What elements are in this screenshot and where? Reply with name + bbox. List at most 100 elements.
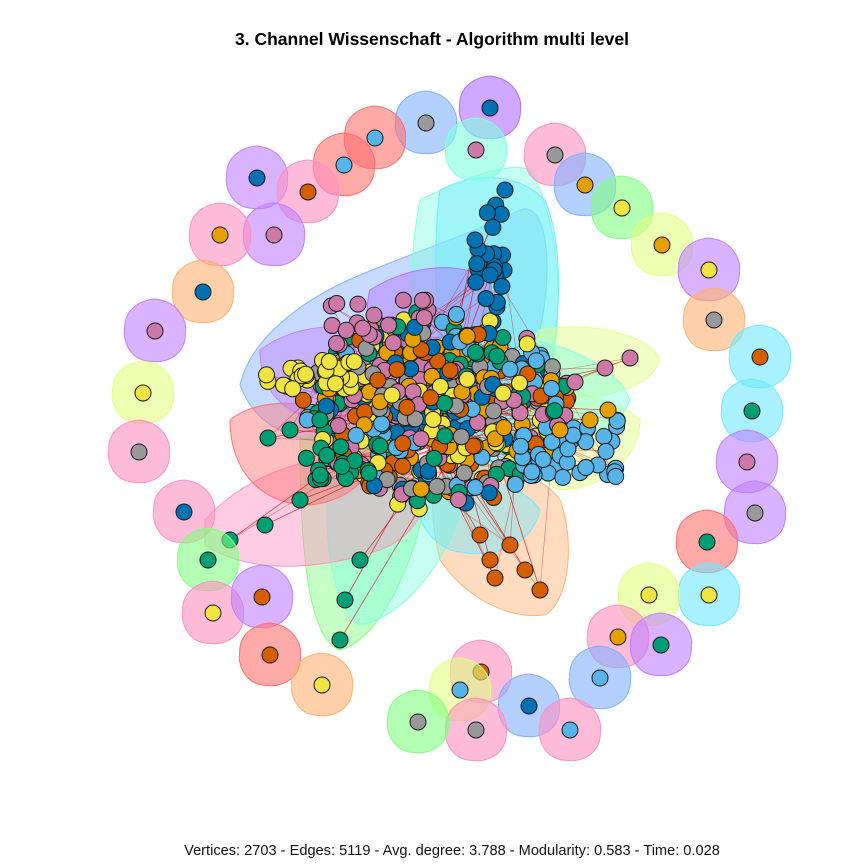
vertex [332, 438, 350, 456]
vertex [554, 468, 572, 486]
isolated-community [444, 117, 508, 182]
isolated-community [728, 324, 792, 389]
vertex [531, 581, 549, 599]
vertex [436, 427, 454, 445]
vertex [485, 402, 503, 420]
vertex [458, 327, 476, 345]
vertex [468, 255, 486, 273]
vertex [265, 226, 283, 244]
isolated-community [171, 259, 235, 324]
vertex [599, 401, 617, 419]
vertex [394, 434, 412, 452]
vertex [354, 319, 372, 337]
vertex [366, 129, 384, 147]
vertex [581, 411, 599, 429]
vertex [621, 349, 639, 367]
vertex [409, 713, 427, 731]
vertex [415, 309, 433, 327]
vertex [481, 551, 499, 569]
isolated-community [123, 298, 187, 363]
vertex [380, 316, 398, 334]
vertex [450, 491, 467, 509]
isolated-community [111, 360, 175, 425]
vertex [471, 526, 489, 544]
vertex [336, 591, 354, 609]
vertex [299, 183, 317, 201]
isolated-community [242, 202, 306, 267]
vertex [394, 291, 412, 309]
vertex [488, 347, 506, 365]
vertex [577, 459, 595, 476]
vertex [467, 141, 485, 159]
vertex [369, 371, 387, 389]
vertex [751, 348, 769, 366]
vertex [417, 114, 435, 132]
vertex [349, 295, 367, 313]
vertex [259, 429, 277, 447]
vertex [520, 697, 538, 715]
vertex [458, 370, 476, 388]
vertex [591, 669, 609, 687]
vertex [175, 503, 193, 521]
vertex [331, 631, 349, 649]
vertex [398, 398, 416, 416]
vertex [496, 181, 514, 199]
isolated-community [290, 652, 354, 717]
vertex [194, 283, 212, 301]
vertex [501, 360, 519, 378]
isolated-community [230, 564, 294, 629]
vertex [253, 588, 271, 606]
vertex [328, 335, 345, 352]
vertex [412, 480, 430, 498]
vertex [738, 453, 756, 471]
vertex [345, 353, 363, 371]
vertex [546, 146, 564, 164]
vertex [640, 586, 658, 604]
vertex [501, 536, 519, 554]
vertex [551, 421, 569, 439]
vertex [705, 311, 723, 329]
vertex [297, 449, 315, 467]
vertex [466, 231, 484, 249]
vertex [333, 457, 351, 475]
vertex [595, 428, 613, 445]
vertex [746, 504, 764, 522]
vertex [484, 218, 502, 236]
vertex [451, 681, 469, 699]
vertex [412, 430, 430, 448]
vertex [481, 99, 499, 117]
vertex [146, 322, 164, 340]
vertex [566, 373, 584, 391]
vertex [323, 317, 341, 334]
vertex [394, 457, 412, 475]
vertex [466, 343, 484, 361]
vertex [335, 156, 353, 174]
vertex [534, 451, 552, 468]
vertex [452, 428, 470, 446]
vertex [607, 467, 625, 485]
isolated-community [238, 622, 302, 687]
vertex [199, 551, 217, 569]
vertex [320, 353, 338, 370]
vertex [743, 402, 761, 420]
vertex [258, 366, 275, 384]
vertex [511, 374, 528, 392]
vertex [311, 466, 329, 484]
vertex [428, 477, 446, 495]
vertex [494, 384, 512, 402]
vertex [477, 290, 495, 308]
vertex [351, 551, 369, 569]
vertex [337, 321, 355, 339]
vertex [478, 204, 496, 222]
community-network-diagram [107, 75, 792, 762]
vertex [371, 437, 389, 455]
vertex [291, 491, 309, 509]
vertex [486, 569, 504, 587]
vertex [318, 446, 336, 464]
vertex [388, 361, 406, 379]
vertex [256, 516, 274, 534]
vertex [347, 426, 365, 444]
vertex [248, 169, 266, 187]
vertex [543, 380, 560, 397]
vertex [326, 375, 344, 393]
